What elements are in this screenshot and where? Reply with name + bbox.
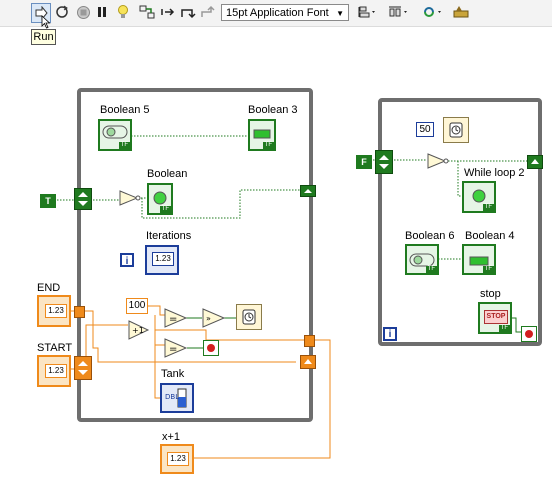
shift-register-right-numeric-top[interactable] [304, 335, 315, 347]
boolean-label: Boolean [147, 168, 188, 180]
true-constant-text: T [45, 196, 51, 206]
boolean6-control[interactable]: TF [405, 244, 439, 275]
shift-register-right-numeric-bottom[interactable] [300, 355, 316, 369]
while-loop2-indicator[interactable]: TF [462, 181, 496, 213]
stop-condition-terminal-loop2[interactable] [521, 326, 537, 342]
end-control[interactable]: 1.23 [37, 295, 71, 327]
svg-text:DBL: DBL [165, 393, 179, 401]
svg-text:=: = [169, 314, 177, 325]
boolean4-label: Boolean 4 [465, 230, 515, 242]
false-constant-text: F [361, 157, 367, 167]
end-label: END [37, 282, 61, 294]
boolean3-label: Boolean 3 [248, 104, 298, 116]
shift-register-right-loop2[interactable] [527, 155, 543, 169]
start-control-value: 1.23 [48, 366, 64, 375]
stop-condition-terminal-loop1[interactable] [203, 340, 219, 356]
tank-indicator[interactable]: DBL [160, 383, 194, 413]
stop-button-text: STOP [486, 313, 506, 320]
shift-register-left-boolean[interactable] [74, 188, 92, 210]
iterations-indicator-value: 1.23 [155, 254, 171, 263]
constant-100-text: 100 [128, 300, 146, 311]
tank-label: Tank [161, 368, 185, 380]
false-constant[interactable]: F [356, 155, 372, 169]
iterations-indicator[interactable]: 1.23 [145, 245, 179, 275]
start-label: START [37, 342, 73, 354]
end-control-value: 1.23 [48, 306, 64, 315]
wait-timer-icon-loop2[interactable] [443, 117, 469, 143]
boolean4-indicator[interactable]: TF [462, 244, 496, 275]
or-node-icon[interactable]: » [202, 308, 226, 328]
iteration-terminal-loop2: i [383, 327, 397, 341]
iteration-terminal-loop2-text: i [388, 329, 392, 340]
boolean6-label: Boolean 6 [405, 230, 455, 242]
shift-register-left-numeric[interactable] [74, 356, 92, 380]
iteration-terminal-loop1: i [120, 253, 134, 267]
equal-node-icon-1[interactable]: = [164, 308, 188, 328]
boolean5-control[interactable]: TF [98, 119, 132, 151]
constant-50-text: 50 [419, 124, 431, 135]
not-gate-icon-loop2[interactable] [427, 153, 449, 169]
stop-button-control[interactable]: STOP TF [478, 302, 512, 334]
shift-register-right-boolean[interactable] [300, 185, 316, 197]
stop-label: stop [480, 288, 501, 300]
boolean-indicator[interactable]: TF [147, 183, 173, 215]
wait-timer-icon[interactable] [236, 304, 262, 330]
constant-100[interactable]: 100 [126, 298, 148, 314]
boolean5-label: Boolean 5 [100, 104, 150, 116]
xplus1-indicator-value: 1.23 [170, 454, 186, 463]
equal-node-icon-2[interactable]: = [164, 338, 188, 358]
increment-node-icon[interactable]: +1 [128, 320, 150, 340]
iteration-terminal-text: i [125, 256, 129, 267]
constant-50[interactable]: 50 [416, 122, 434, 137]
start-control[interactable]: 1.23 [37, 355, 71, 387]
tunnel-left-end[interactable] [74, 306, 85, 318]
not-gate-icon[interactable] [119, 190, 141, 206]
boolean3-indicator[interactable]: TF [248, 119, 276, 151]
svg-text:»: » [206, 314, 211, 323]
while-loop2-label: While loop 2 [464, 167, 525, 179]
svg-text:=: = [169, 344, 177, 355]
true-constant[interactable]: T [40, 194, 56, 208]
xplus1-label: x+1 [162, 431, 181, 443]
xplus1-indicator[interactable]: 1.23 [160, 444, 194, 474]
svg-text:+1: +1 [132, 326, 144, 335]
shift-register-left-loop2[interactable] [375, 150, 393, 174]
iterations-label: Iterations [146, 230, 192, 242]
